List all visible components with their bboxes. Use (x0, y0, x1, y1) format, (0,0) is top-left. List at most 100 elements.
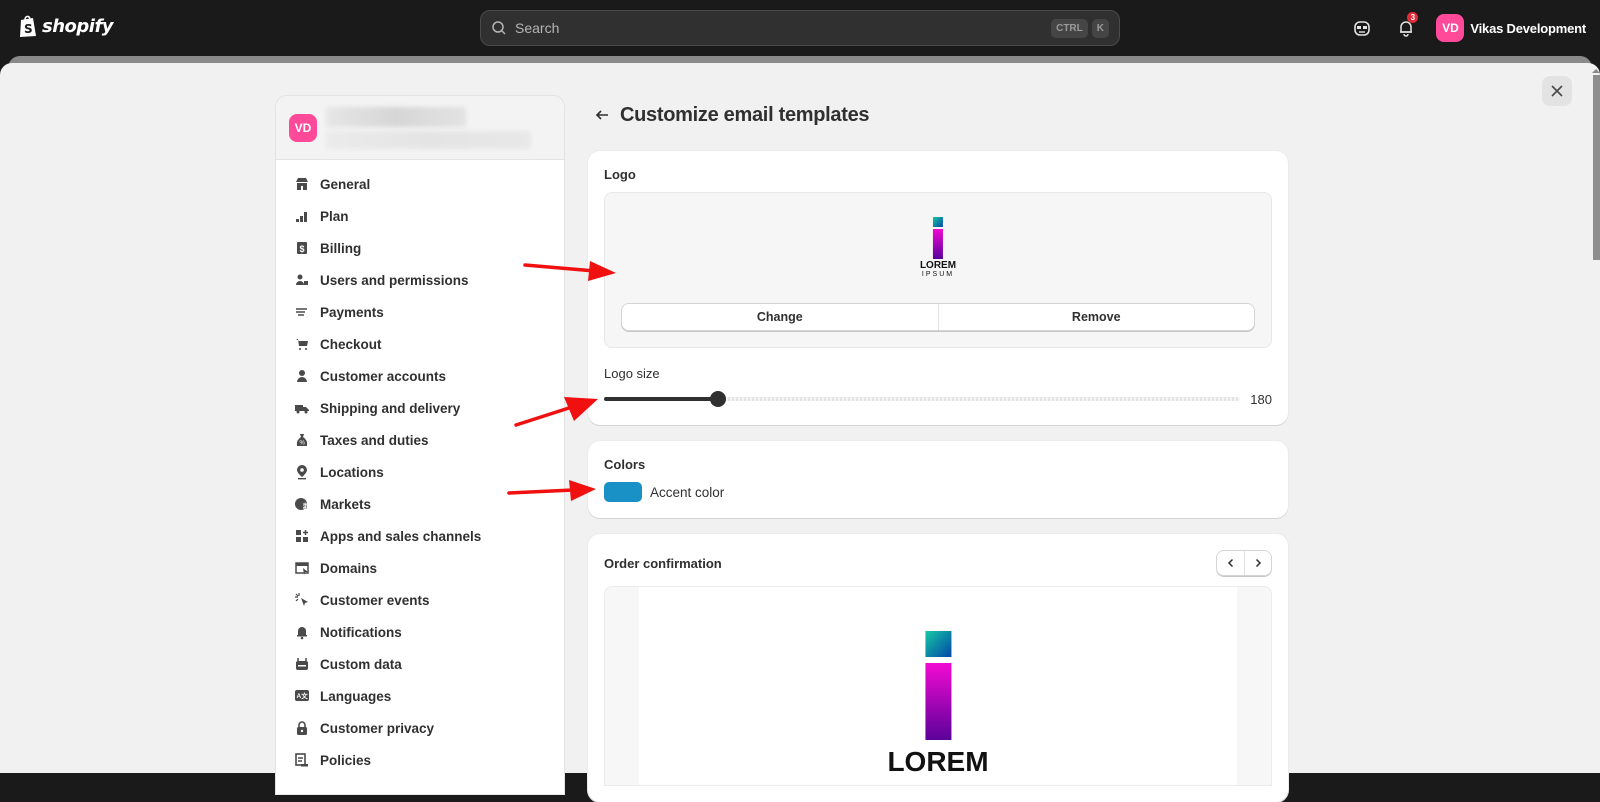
page-title: Customize email templates (620, 103, 870, 126)
cursor-icon (294, 592, 310, 608)
scrollbar-thumb[interactable] (1592, 75, 1600, 260)
email-preview: LOREM (604, 586, 1272, 786)
redacted-store-url (326, 131, 531, 149)
logo-text-top: LOREM (919, 260, 957, 271)
sidebar-item-label: Taxes and duties (320, 432, 429, 448)
next-template-button[interactable] (1244, 551, 1271, 575)
logo-size-slider[interactable] (604, 391, 1240, 407)
search-icon (492, 21, 506, 35)
chevron-right-icon (1255, 558, 1262, 568)
search-bar[interactable]: CTRL K (480, 10, 1120, 46)
colors-card-title: Colors (604, 457, 646, 472)
svg-text:%: % (300, 441, 306, 447)
sidebar-item-users-and-permissions[interactable]: Users and permissions (276, 264, 564, 296)
sidebar-item-label: Plan (320, 208, 349, 224)
tax-icon: % (294, 432, 310, 448)
sidebar-item-label: Notifications (320, 624, 402, 640)
sidebar-item-label: Locations (320, 464, 384, 480)
logo-actions: Change Remove (621, 303, 1255, 331)
logo-size-label: Logo size (604, 366, 660, 381)
arrow-left-icon (595, 110, 608, 120)
search-input[interactable] (515, 20, 1048, 36)
sidebar-item-label: Billing (320, 240, 362, 256)
sidebar-item-label: General (320, 176, 371, 192)
colors-card: Colors Accent color (588, 441, 1288, 518)
location-icon (294, 464, 310, 480)
sidebar-item-billing[interactable]: $ Billing (276, 232, 564, 264)
close-icon (1551, 85, 1563, 97)
redacted-store-name (326, 107, 466, 127)
billing-icon: $ (294, 240, 310, 256)
sidebar-item-label: Checkout (320, 336, 382, 352)
sidebar-item-notifications[interactable]: Notifications (276, 616, 564, 648)
sidebar-item-label: Custom data (320, 656, 402, 672)
truck-icon (294, 400, 310, 416)
store-header[interactable]: VD (276, 96, 564, 160)
scroll-up-icon[interactable] (1592, 69, 1600, 73)
preview-logo: LOREM (887, 631, 989, 777)
scrollbar[interactable] (1592, 69, 1600, 769)
sidebar-item-policies[interactable]: Policies (276, 744, 564, 776)
shortcut-key-ctrl: CTRL (1051, 18, 1088, 38)
sidebar-item-checkout[interactable]: Checkout (276, 328, 564, 360)
sidebar-item-taxes-and-duties[interactable]: % Taxes and duties (276, 424, 564, 456)
sidebar-item-label: Languages (320, 688, 392, 704)
cart-icon (294, 336, 310, 352)
sidebar-item-label: Markets (320, 496, 372, 512)
change-logo-button[interactable]: Change (622, 304, 938, 330)
sidebar-item-label: Apps and sales channels (320, 528, 482, 544)
bell-icon (294, 624, 310, 640)
top-bar: S shopify CTRL K 3 VD Vikas Development (0, 0, 1600, 56)
chevron-left-icon (1227, 558, 1233, 568)
store-avatar[interactable]: VD (1436, 14, 1465, 42)
logo-preview-box: LOREM IPSUM Change Remove (604, 192, 1272, 348)
store-avatar: VD (289, 114, 317, 142)
slider-thumb[interactable] (710, 391, 727, 407)
sidebar-item-locations[interactable]: Locations (276, 456, 564, 488)
sidebar-item-shipping-and-delivery[interactable]: Shipping and delivery (276, 392, 564, 424)
domains-icon (294, 560, 310, 576)
previous-template-button[interactable] (1217, 551, 1244, 575)
slider-fill (604, 397, 719, 401)
preview-logo-text: LOREM (887, 746, 989, 777)
sidebar-item-domains[interactable]: Domains (276, 552, 564, 584)
notification-count-badge: 3 (1407, 12, 1419, 23)
sidebar-item-payments[interactable]: Payments (276, 296, 564, 328)
sidebar-item-customer-accounts[interactable]: Customer accounts (276, 360, 564, 392)
plan-icon (294, 208, 310, 224)
sidebar-item-label: Payments (320, 304, 384, 320)
accent-color-swatch[interactable] (604, 482, 642, 502)
sidebar-item-general[interactable]: General (276, 168, 564, 200)
logo-size-value: 180 (1250, 391, 1272, 407)
template-pager (1216, 550, 1272, 576)
globe-icon: $ (294, 496, 310, 512)
notifications-button[interactable]: 3 (1392, 12, 1420, 42)
preview-logo-dot (924, 631, 951, 657)
sidebar-item-apps-and-sales-channels[interactable]: Apps and sales channels (276, 520, 564, 552)
sidebar-item-markets[interactable]: $ Markets (276, 488, 564, 520)
store-name[interactable]: Vikas Development (1470, 21, 1586, 36)
sidebar-item-customer-events[interactable]: Customer events (276, 584, 564, 616)
sidekick-button[interactable] (1348, 14, 1376, 42)
svg-text:$: $ (300, 244, 305, 254)
back-button[interactable] (592, 105, 612, 125)
sidebar-item-label: Customer privacy (320, 720, 435, 736)
order-confirmation-card: Order confirmation LOREM (588, 534, 1288, 802)
sidebar-item-custom-data[interactable]: Custom data (276, 648, 564, 680)
logo-image: LOREM IPSUM (920, 217, 956, 278)
sidekick-icon (1354, 21, 1371, 36)
close-button[interactable] (1542, 76, 1572, 106)
sidebar-item-plan[interactable]: Plan (276, 200, 564, 232)
remove-logo-button[interactable]: Remove (937, 304, 1254, 330)
person-icon (294, 368, 310, 384)
shopify-logo[interactable]: S shopify (18, 14, 114, 38)
shopify-bag-icon: S (20, 15, 36, 37)
svg-text:$: $ (303, 502, 308, 511)
sidebar-item-customer-privacy[interactable]: Customer privacy (276, 712, 564, 744)
sidebar-item-label: Users and permissions (320, 272, 469, 288)
users-icon (294, 272, 310, 288)
store-icon (294, 176, 310, 192)
sidebar-item-languages[interactable]: A文 Languages (276, 680, 564, 712)
logo-stem-shape (932, 229, 943, 259)
sidebar-item-label: Shipping and delivery (320, 400, 461, 416)
